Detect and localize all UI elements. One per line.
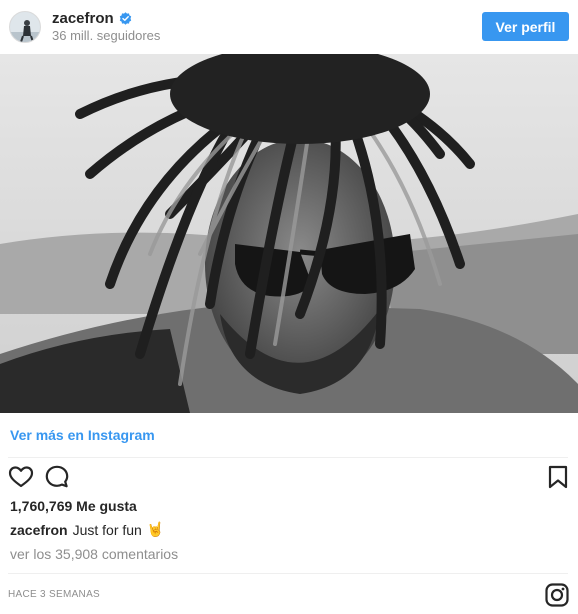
verified-badge-icon (119, 12, 132, 25)
instagram-logo-icon[interactable] (545, 583, 569, 607)
caption-text: Just for fun (72, 521, 142, 538)
view-comments-link[interactable]: ver los 35,908 comentarios (10, 546, 178, 562)
comment-icon[interactable] (44, 464, 70, 490)
caption: zacefron Just for fun 🤘 (10, 521, 164, 538)
username-row: zacefron (52, 10, 132, 27)
divider (8, 573, 568, 574)
post-photo-image (0, 54, 578, 413)
post-header: zacefron 36 mill. seguidores Ver perfil (0, 0, 578, 54)
username[interactable]: zacefron (52, 10, 114, 27)
post-timestamp[interactable]: HACE 3 SEMANAS (8, 589, 100, 600)
like-count: 1,760,769 Me gusta (10, 498, 137, 514)
rock-hand-emoji: 🤘 (146, 521, 165, 537)
avatar[interactable] (9, 11, 41, 43)
instagram-embed-card: zacefron 36 mill. seguidores Ver perfil (0, 0, 578, 614)
view-on-instagram-link[interactable]: Ver más en Instagram (10, 427, 155, 443)
post-photo[interactable] (0, 54, 578, 413)
bookmark-icon[interactable] (545, 464, 571, 490)
follower-count: 36 mill. seguidores (52, 28, 161, 43)
caption-username[interactable]: zacefron (10, 522, 68, 538)
heart-icon[interactable] (8, 464, 34, 490)
divider (8, 457, 568, 458)
view-profile-button[interactable]: Ver perfil (482, 12, 569, 41)
